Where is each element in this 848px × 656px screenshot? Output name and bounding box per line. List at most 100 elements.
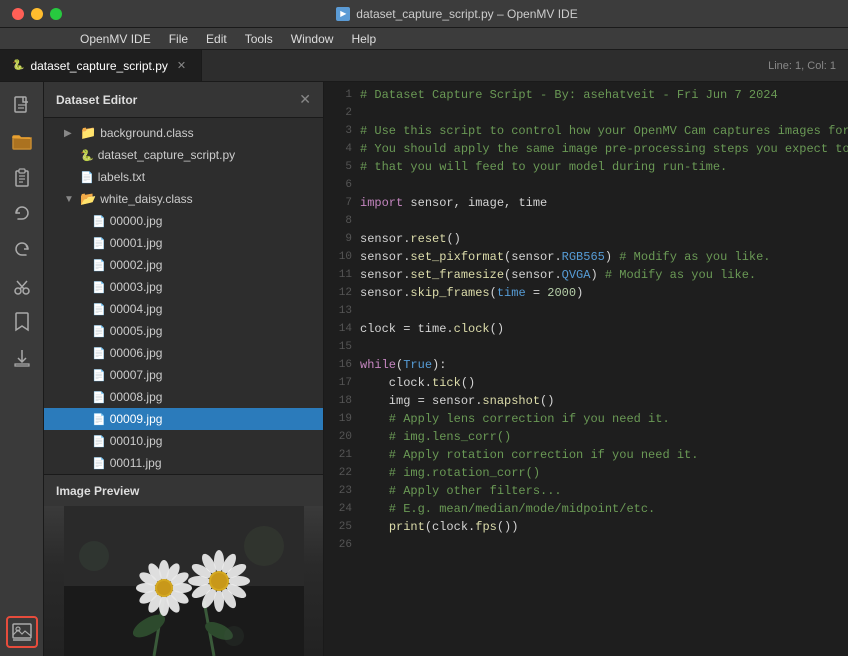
tab-file-icon: 🐍 <box>12 60 24 71</box>
sidebar-tree: ▶ 📁 background.class ▶ 🐍 dataset_capture… <box>44 118 323 474</box>
code-editor[interactable]: 1 # Dataset Capture Script - By: asehatv… <box>324 82 848 656</box>
file-00004-jpg[interactable]: ▶ 📄 00004.jpg <box>44 298 323 320</box>
file-icon: 📄 <box>92 457 106 470</box>
image-preview-button[interactable] <box>6 616 38 648</box>
maximize-button[interactable] <box>50 8 62 20</box>
code-line-23: 23 # Apply other filters... <box>324 482 848 500</box>
file-label: labels.txt <box>98 170 145 184</box>
folder-arrow: ▶ <box>64 128 76 139</box>
file-icon: 📄 <box>92 347 106 360</box>
sidebar-header: Dataset Editor ✕ <box>44 82 323 118</box>
file-label: 00010.jpg <box>110 434 163 448</box>
file-00005-jpg[interactable]: ▶ 📄 00005.jpg <box>44 320 323 342</box>
menu-edit[interactable]: Edit <box>206 32 227 46</box>
file-00008-jpg[interactable]: ▶ 📄 00008.jpg <box>44 386 323 408</box>
code-line-6: 6 <box>324 176 848 194</box>
file-label: 00005.jpg <box>110 324 163 338</box>
file-icon: 📄 <box>92 215 106 228</box>
file-00010-jpg[interactable]: ▶ 📄 00010.jpg <box>44 430 323 452</box>
file-label: 00003.jpg <box>110 280 163 294</box>
code-line-12: 12 sensor.skip_frames(time = 2000) <box>324 284 848 302</box>
window-title: ▶ dataset_capture_script.py – OpenMV IDE <box>78 7 836 21</box>
code-line-15: 15 <box>324 338 848 356</box>
image-preview-header: Image Preview <box>44 474 323 506</box>
file-00009-jpg[interactable]: ▶ 📄 00009.jpg <box>44 408 323 430</box>
code-line-5: 5 # that you will feed to your model dur… <box>324 158 848 176</box>
menu-help[interactable]: Help <box>351 32 376 46</box>
cut-button[interactable] <box>6 270 38 302</box>
file-dataset-capture-script[interactable]: ▶ 🐍 dataset_capture_script.py <box>44 144 323 166</box>
file-label: dataset_capture_script.py <box>98 148 235 162</box>
code-line-20: 20 # img.lens_corr() <box>324 428 848 446</box>
file-icon: 📄 <box>92 413 106 426</box>
file-label: 00001.jpg <box>110 236 163 250</box>
file-icon: 📄 <box>80 171 94 184</box>
file-icon: 📄 <box>92 325 106 338</box>
file-labels-txt[interactable]: ▶ 📄 labels.txt <box>44 166 323 188</box>
folder-label: white_daisy.class <box>100 192 192 206</box>
code-line-19: 19 # Apply lens correction if you need i… <box>324 410 848 428</box>
code-line-9: 9 sensor.reset() <box>324 230 848 248</box>
new-file-button[interactable] <box>6 90 38 122</box>
file-label: 00006.jpg <box>110 346 163 360</box>
file-label: 00009.jpg <box>110 412 163 426</box>
download-button[interactable] <box>6 342 38 374</box>
code-line-25: 25 print(clock.fps()) <box>324 518 848 536</box>
file-label: 00000.jpg <box>110 214 163 228</box>
bookmark-button[interactable] <box>6 306 38 338</box>
file-00007-jpg[interactable]: ▶ 📄 00007.jpg <box>44 364 323 386</box>
tab-close-button[interactable]: ✕ <box>174 58 189 73</box>
file-icon: 📄 <box>92 237 106 250</box>
folder-background-class[interactable]: ▶ 📁 background.class <box>44 122 323 144</box>
code-line-17: 17 clock.tick() <box>324 374 848 392</box>
sidebar-close-button[interactable]: ✕ <box>299 91 311 108</box>
tabbar: 🐍 dataset_capture_script.py ✕ Line: 1, C… <box>0 50 848 82</box>
code-line-10: 10 sensor.set_pixformat(sensor.RGB565) #… <box>324 248 848 266</box>
image-preview-content <box>44 506 323 656</box>
file-00002-jpg[interactable]: ▶ 📄 00002.jpg <box>44 254 323 276</box>
preview-image <box>44 506 323 656</box>
main-layout: Dataset Editor ✕ ▶ 📁 background.class ▶ … <box>0 82 848 656</box>
menu-openmvide[interactable]: OpenMV IDE <box>80 32 151 46</box>
code-line-22: 22 # img.rotation_corr() <box>324 464 848 482</box>
daisy-preview-svg <box>64 506 304 656</box>
code-line-2: 2 <box>324 104 848 122</box>
folder-icon-open: 📂 <box>80 191 96 207</box>
code-line-11: 11 sensor.set_framesize(sensor.QVGA) # M… <box>324 266 848 284</box>
code-line-1: 1 # Dataset Capture Script - By: asehatv… <box>324 86 848 104</box>
file-icon: 📄 <box>92 369 106 382</box>
titlebar: ▶ dataset_capture_script.py – OpenMV IDE <box>0 0 848 28</box>
tab-dataset-capture-script[interactable]: 🐍 dataset_capture_script.py ✕ <box>0 50 202 81</box>
folder-icon: 📁 <box>80 125 96 141</box>
file-00000-jpg[interactable]: ▶ 📄 00000.jpg <box>44 210 323 232</box>
clipboard-button[interactable] <box>6 162 38 194</box>
file-label: 00004.jpg <box>110 302 163 316</box>
close-button[interactable] <box>12 8 24 20</box>
redo-button[interactable] <box>6 234 38 266</box>
code-line-4: 4 # You should apply the same image pre-… <box>324 140 848 158</box>
undo-button[interactable] <box>6 198 38 230</box>
folder-white-daisy-class[interactable]: ▼ 📂 white_daisy.class <box>44 188 323 210</box>
file-icon: 📄 <box>92 303 106 316</box>
file-00003-jpg[interactable]: ▶ 📄 00003.jpg <box>44 276 323 298</box>
menu-tools[interactable]: Tools <box>245 32 273 46</box>
cursor-position: Line: 1, Col: 1 <box>756 50 848 81</box>
menubar: OpenMV IDE File Edit Tools Window Help <box>0 28 848 50</box>
open-folder-button[interactable] <box>6 126 38 158</box>
menu-window[interactable]: Window <box>291 32 334 46</box>
file-00006-jpg[interactable]: ▶ 📄 00006.jpg <box>44 342 323 364</box>
file-icon: 📄 <box>92 281 106 294</box>
code-line-26: 26 <box>324 536 848 554</box>
minimize-button[interactable] <box>31 8 43 20</box>
code-content[interactable]: 1 # Dataset Capture Script - By: asehatv… <box>324 82 848 656</box>
file-label: 00011.jpg <box>110 456 162 470</box>
sidebar-title: Dataset Editor <box>56 93 137 107</box>
code-line-16: 16 while(True): <box>324 356 848 374</box>
code-line-13: 13 <box>324 302 848 320</box>
file-icon: 📄 <box>92 259 106 272</box>
folder-arrow: ▼ <box>64 194 76 205</box>
file-00001-jpg[interactable]: ▶ 📄 00001.jpg <box>44 232 323 254</box>
file-00011-jpg[interactable]: ▶ 📄 00011.jpg <box>44 452 323 474</box>
menu-file[interactable]: File <box>169 32 188 46</box>
file-icon: 🐍 <box>80 149 94 162</box>
